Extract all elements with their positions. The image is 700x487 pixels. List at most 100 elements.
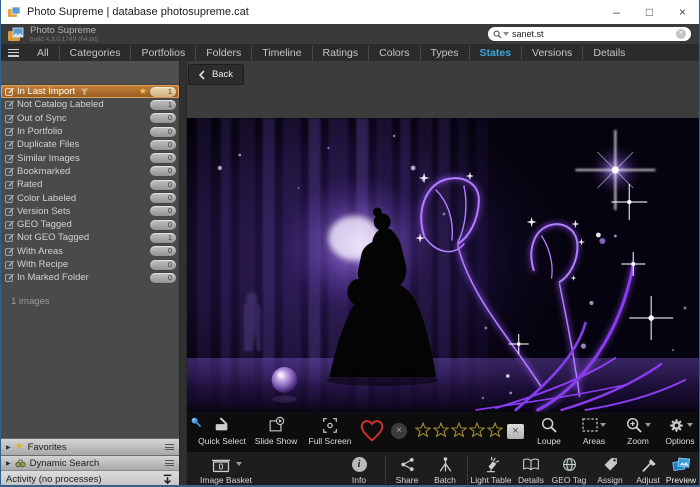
loupe-button[interactable]: Loupe	[531, 416, 567, 446]
app-icon	[7, 5, 21, 19]
menu-icon[interactable]	[8, 49, 19, 57]
clear-rating-button[interactable]: ×	[507, 424, 524, 439]
app-name: Photo Supreme	[30, 26, 98, 36]
expand-arrow-icon[interactable]: ▶	[6, 460, 11, 467]
search-icon[interactable]	[493, 30, 509, 39]
sidebar-item-label: Rated	[17, 179, 42, 190]
star-icon[interactable]	[487, 422, 503, 442]
sidebar-item-in-marked-folder[interactable]: In Marked Folder0	[1, 271, 179, 284]
search-input[interactable]	[512, 28, 673, 40]
info-button[interactable]: i Info	[339, 455, 379, 485]
close-button[interactable]: ×	[666, 0, 699, 24]
label-edit-icon	[5, 220, 14, 229]
titlebar: Photo Supreme | database photosupreme.ca…	[1, 0, 699, 24]
tab-versions[interactable]: Versions	[522, 46, 583, 60]
activity-bar[interactable]: Activity (no processes)	[1, 470, 179, 487]
tab-states[interactable]: States	[470, 46, 523, 60]
sidebar-item-with-recipe[interactable]: With Recipe0	[1, 258, 179, 271]
book-icon	[522, 455, 540, 473]
maximize-button[interactable]: □	[633, 0, 666, 24]
activity-toggle-icon[interactable]	[161, 473, 174, 486]
sidebar-item-duplicate-files[interactable]: Duplicate Files0	[1, 138, 179, 151]
count-badge: 0	[150, 260, 176, 270]
binoculars-icon	[15, 459, 26, 468]
clear-favorite-icon[interactable]: ×	[391, 423, 407, 439]
viewer-toolbar: Quick Select Slide Show Full Screen	[187, 412, 699, 451]
window-title: Photo Supreme | database photosupreme.ca…	[27, 6, 249, 18]
star-icon[interactable]	[469, 422, 485, 442]
sidebar-item-in-portfolio[interactable]: In Portfolio 0	[1, 125, 179, 138]
assign-button[interactable]: Assign	[590, 455, 630, 485]
tab-folders[interactable]: Folders	[196, 46, 252, 60]
sidebar-item-color-labeled[interactable]: Color Labeled0	[1, 191, 179, 204]
favorite-heart-icon[interactable]	[359, 418, 385, 447]
sidebar-item-geo-tagged[interactable]: GEO Tagged0	[1, 218, 179, 231]
tab-timeline[interactable]: Timeline	[252, 46, 312, 60]
sidebar-item-similar-images[interactable]: Similar Images0	[1, 151, 179, 164]
quick-select-icon	[213, 416, 231, 434]
tab-portfolios[interactable]: Portfolios	[131, 46, 196, 60]
back-button[interactable]: Back	[188, 64, 244, 85]
batch-button[interactable]: Batch	[427, 455, 463, 485]
search-clear-icon[interactable]: ×	[676, 29, 686, 39]
info-label: Info	[352, 475, 366, 485]
label-edit-icon	[5, 100, 14, 109]
sidebar-item-label: In Last Import	[17, 86, 75, 97]
globe-icon	[561, 455, 578, 473]
quick-select-button[interactable]: Quick Select	[195, 416, 249, 446]
star-icon[interactable]	[415, 422, 431, 442]
slide-show-button[interactable]: Slide Show	[249, 416, 303, 446]
sidebar-item-label: In Portfolio	[17, 126, 62, 137]
sidebar-item-not-geo-tagged[interactable]: Not GEO Tagged1	[1, 231, 179, 244]
viewer-header: Back	[187, 61, 699, 118]
zoom-icon	[625, 416, 651, 434]
share-button[interactable]: Share	[389, 455, 425, 485]
app-logo-icon	[7, 26, 25, 43]
count-badge: 0	[150, 153, 176, 163]
zoom-button[interactable]: Zoom	[619, 416, 657, 446]
sidebar-item-in-last-import[interactable]: In Last Import★1	[1, 85, 179, 98]
expand-arrow-icon[interactable]: ▶	[6, 444, 11, 451]
star-icon[interactable]	[451, 422, 467, 442]
sidebar: In Last Import★1Not Catalog Labeled1Out …	[1, 61, 179, 487]
label-edit-icon	[5, 247, 14, 256]
areas-button[interactable]: Areas	[575, 416, 613, 446]
tab-details[interactable]: Details	[583, 46, 635, 60]
panel-splitter[interactable]	[179, 61, 187, 487]
tab-types[interactable]: Types	[421, 46, 470, 60]
favorites-panel-header[interactable]: ▶ ★ Favorites	[1, 438, 179, 455]
details-button[interactable]: Details	[511, 455, 551, 485]
photo-preview[interactable]	[187, 118, 699, 412]
sidebar-item-out-of-sync[interactable]: Out of Sync0	[1, 112, 179, 125]
image-basket-button[interactable]: 0 Image Basket	[191, 455, 261, 485]
tab-categories[interactable]: Categories	[60, 46, 132, 60]
sidebar-item-not-catalog-labeled[interactable]: Not Catalog Labeled1	[1, 98, 179, 111]
light-table-button[interactable]: Light Table	[465, 455, 517, 485]
sidebar-item-rated[interactable]: Rated0	[1, 178, 179, 191]
options-button[interactable]: Options	[661, 416, 699, 446]
sidebar-toolbar	[1, 61, 179, 85]
dynamic-search-panel-header[interactable]: ▶ Dynamic Search	[1, 455, 179, 470]
sidebar-item-with-areas[interactable]: With Areas0	[1, 245, 179, 258]
app-window: Photo Supreme | database photosupreme.ca…	[0, 0, 700, 487]
adjust-button[interactable]: Adjust	[628, 455, 668, 485]
preview-button[interactable]: Preview	[663, 455, 699, 485]
full-screen-button[interactable]: Full Screen	[303, 416, 357, 446]
assign-label: Assign	[597, 475, 623, 485]
tab-ratings[interactable]: Ratings	[313, 46, 370, 60]
geo-tag-button[interactable]: GEO Tag	[548, 455, 590, 485]
loupe-label: Loupe	[537, 436, 561, 446]
minimize-button[interactable]: –	[600, 0, 633, 24]
count-badge: 0	[150, 127, 176, 137]
panel-grip-icon[interactable]	[165, 460, 174, 466]
sidebar-item-bookmarked[interactable]: Bookmarked 0	[1, 165, 179, 178]
sidebar-item-version-sets[interactable]: Version Sets0	[1, 205, 179, 218]
label-edit-icon	[5, 233, 14, 242]
tab-all[interactable]: All	[27, 46, 60, 60]
tab-colors[interactable]: Colors	[369, 46, 420, 60]
panel-grip-icon[interactable]	[165, 444, 174, 450]
image-count-status: 1 images	[1, 284, 179, 438]
count-badge: 0	[150, 166, 176, 176]
sidebar-item-label: Bookmarked	[17, 166, 70, 177]
star-icon[interactable]	[433, 422, 449, 442]
